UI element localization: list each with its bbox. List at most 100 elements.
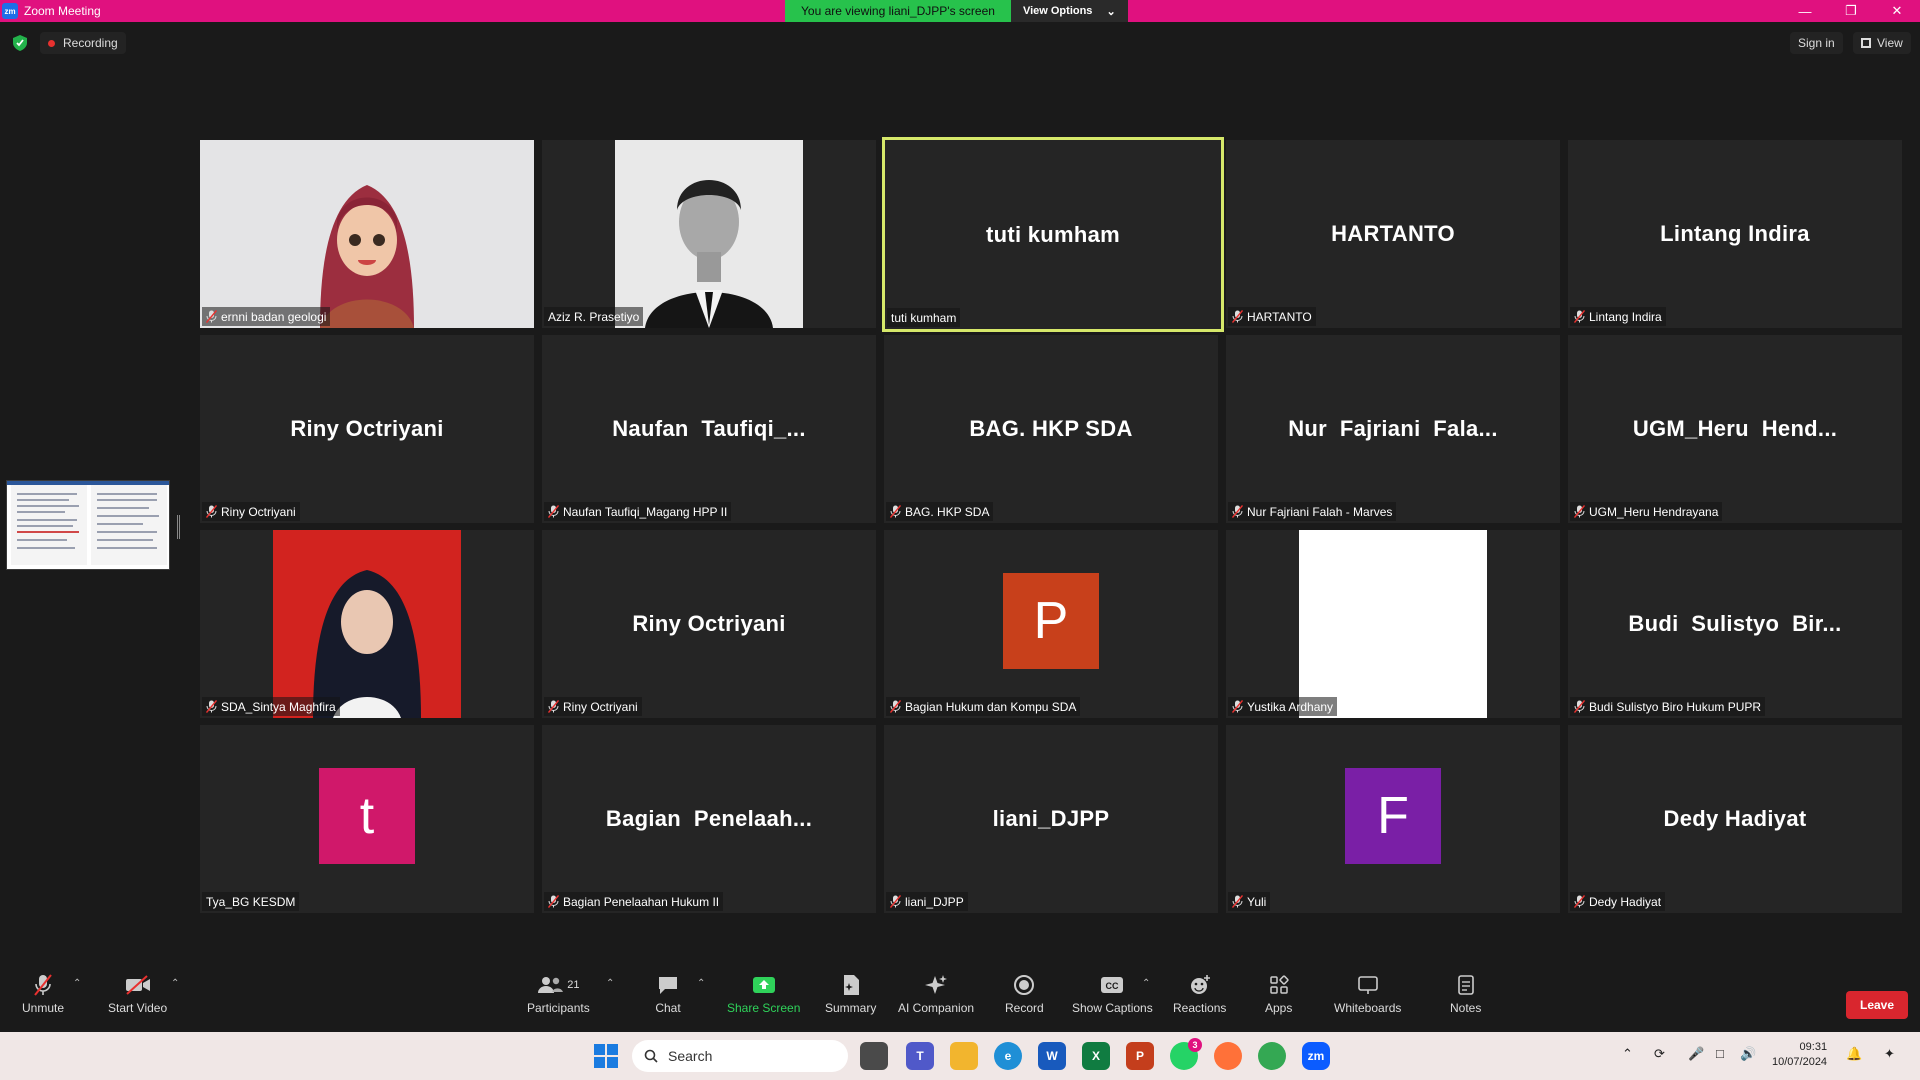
participant-tile[interactable]: BAG. HKP SDA BAG. HKP SDA — [884, 335, 1218, 523]
participant-tile[interactable]: UGM_Heru Hend... UGM_Heru Hendrayana — [1568, 335, 1902, 523]
firefox-icon[interactable] — [1214, 1042, 1242, 1070]
copilot-icon[interactable]: ✦ — [1884, 1046, 1895, 1062]
task-view-icon[interactable] — [860, 1042, 888, 1070]
mic-muted-icon — [206, 505, 217, 518]
mic-muted-icon — [548, 505, 559, 518]
participant-name-label: Dedy Hadiyat — [1570, 892, 1666, 911]
participants-button[interactable]: 21 Participants — [527, 974, 590, 1015]
participant-tile[interactable]: tuti kumham tuti kumham — [882, 137, 1224, 332]
participant-tile[interactable]: t Tya_BG KESDM — [200, 725, 534, 913]
window-controls: — ❐ ✕ — [1782, 0, 1920, 22]
ai-companion-button[interactable]: AI Companion — [898, 974, 974, 1015]
participant-tile[interactable]: Dedy Hadiyat Dedy Hadiyat — [1568, 725, 1902, 913]
participants-label: Participants — [527, 1001, 590, 1015]
edge-icon[interactable]: e — [994, 1042, 1022, 1070]
reactions-button[interactable]: Reactions — [1173, 974, 1226, 1015]
taskbar-clock[interactable]: 09:31 10/07/2024 — [1772, 1040, 1827, 1070]
word-icon[interactable]: W — [1038, 1042, 1066, 1070]
tray-overflow-chevron-icon[interactable]: ⌃ — [1622, 1046, 1633, 1062]
close-icon[interactable]: ✕ — [1874, 0, 1920, 22]
chat-button[interactable]: Chat — [655, 974, 681, 1015]
participant-name-label: Naufan Taufiqi_Magang HPP II — [544, 502, 732, 521]
participant-tile[interactable]: ernni badan geologi — [200, 140, 534, 328]
restore-icon[interactable]: ❐ — [1828, 0, 1874, 22]
participant-display-name: BAG. HKP SDA — [969, 416, 1133, 441]
participant-tile[interactable]: liani_DJPP liani_DJPP — [884, 725, 1218, 913]
participant-tile[interactable]: Nur Fajriani Fala... Nur Fajriani Falah -… — [1226, 335, 1560, 523]
summary-button[interactable]: Summary — [825, 974, 876, 1015]
participant-tile[interactable]: F Yuli — [1226, 725, 1560, 913]
participant-tile[interactable]: Yustika Ardhany — [1226, 530, 1560, 718]
participant-name-label: Riny Octriyani — [202, 502, 300, 521]
security-shield-icon[interactable] — [13, 35, 27, 51]
powerpoint-icon[interactable]: P — [1126, 1042, 1154, 1070]
teams-icon[interactable]: T — [906, 1042, 934, 1070]
participant-tile[interactable]: Aziz R. Prasetiyo — [542, 140, 876, 328]
thumbnail-page-right — [91, 485, 167, 565]
file-explorer-icon[interactable] — [950, 1042, 978, 1070]
avatar — [200, 140, 534, 328]
show-captions-button[interactable]: CC Show Captions — [1072, 974, 1153, 1015]
mic-muted-icon — [1574, 310, 1585, 323]
mic-muted-icon — [1574, 895, 1585, 908]
record-label: Record — [1005, 1001, 1044, 1015]
windows-start-icon[interactable] — [594, 1044, 618, 1068]
participant-tile[interactable]: Budi Sulistyo Bir... Budi Sulistyo Biro H… — [1568, 530, 1902, 718]
participant-name: Bagian Hukum dan Kompu SDA — [905, 699, 1077, 714]
whiteboards-button[interactable]: Whiteboards — [1334, 974, 1401, 1015]
microphone-tray-icon[interactable]: 🎤 — [1688, 1046, 1704, 1062]
mic-muted-icon — [890, 700, 901, 713]
sync-icon[interactable]: ⟳ — [1654, 1046, 1665, 1062]
record-button[interactable]: Record — [1005, 974, 1044, 1015]
recording-label: Recording — [63, 36, 118, 50]
thumbnail-resize-handle[interactable] — [177, 515, 180, 539]
video-options-caret-icon[interactable]: ⌃ — [171, 978, 179, 989]
shared-screen-thumbnail[interactable] — [6, 480, 170, 570]
apps-button[interactable]: Apps — [1265, 974, 1292, 1015]
audio-options-caret-icon[interactable]: ⌃ — [73, 978, 81, 989]
participant-tile[interactable]: HARTANTO HARTANTO — [1226, 140, 1560, 328]
leave-button[interactable]: Leave — [1846, 991, 1908, 1019]
taskbar-search-box[interactable]: Search — [632, 1040, 848, 1072]
minimize-icon[interactable]: — — [1782, 0, 1828, 22]
participant-name-label: UGM_Heru Hendrayana — [1570, 502, 1723, 521]
window-title: Zoom Meeting — [24, 4, 101, 18]
participant-tile[interactable]: Naufan Taufiqi_... Naufan Taufiqi_Magang … — [542, 335, 876, 523]
participant-display-name: HARTANTO — [1331, 221, 1455, 246]
participant-tile[interactable]: Riny Octriyani Riny Octriyani — [542, 530, 876, 718]
notes-button[interactable]: Notes — [1450, 974, 1481, 1015]
avatar — [1299, 530, 1487, 718]
network-icon[interactable]: □ — [1716, 1046, 1724, 1061]
captions-caret-icon[interactable]: ⌃ — [1142, 978, 1150, 989]
view-button[interactable]: View — [1853, 32, 1911, 54]
chat-caret-icon[interactable]: ⌃ — [697, 978, 705, 989]
notes-label: Notes — [1450, 1001, 1482, 1015]
screen-share-banner: You are viewing liani_DJPP's screen View… — [785, 0, 1128, 22]
chevron-down-icon: ⌄ — [1106, 5, 1116, 18]
whiteboard-icon — [1357, 976, 1378, 994]
participant-tile[interactable]: Bagian Penelaah... Bagian Penelaahan Huku… — [542, 725, 876, 913]
participant-tile[interactable]: SDA_Sintya Maghfira — [200, 530, 534, 718]
meeting-info-bar: Recording Sign in View — [0, 22, 1920, 64]
share-screen-button[interactable]: Share Screen — [727, 974, 800, 1015]
participant-tile[interactable]: Riny Octriyani Riny Octriyani — [200, 335, 534, 523]
zoom-taskbar-icon[interactable]: zm — [1302, 1042, 1330, 1070]
whatsapp-icon[interactable]: 3 — [1170, 1038, 1202, 1070]
participant-tile[interactable]: P Bagian Hukum dan Kompu SDA — [884, 530, 1218, 718]
participants-caret-icon[interactable]: ⌃ — [606, 978, 614, 989]
participant-tile[interactable]: Lintang Indira Lintang Indira — [1568, 140, 1902, 328]
participant-name-label: liani_DJPP — [886, 892, 968, 911]
volume-icon[interactable]: 🔊 — [1740, 1046, 1756, 1062]
chrome-icon[interactable] — [1258, 1042, 1286, 1070]
recording-indicator[interactable]: Recording — [40, 32, 126, 54]
view-options-button[interactable]: View Options ⌄ — [1010, 0, 1128, 22]
participant-display-name: tuti kumham — [985, 221, 1121, 247]
notification-bell-icon[interactable]: 🔔 — [1846, 1046, 1862, 1062]
mic-muted-icon — [1232, 505, 1243, 518]
start-video-button[interactable]: Start Video — [108, 974, 167, 1015]
sign-in-button[interactable]: Sign in — [1790, 32, 1843, 54]
unmute-button[interactable]: Unmute — [22, 974, 64, 1015]
participant-name-label: Tya_BG KESDM — [202, 892, 300, 911]
excel-icon[interactable]: X — [1082, 1042, 1110, 1070]
participant-name: Budi Sulistyo Biro Hukum PUPR — [1589, 699, 1762, 714]
